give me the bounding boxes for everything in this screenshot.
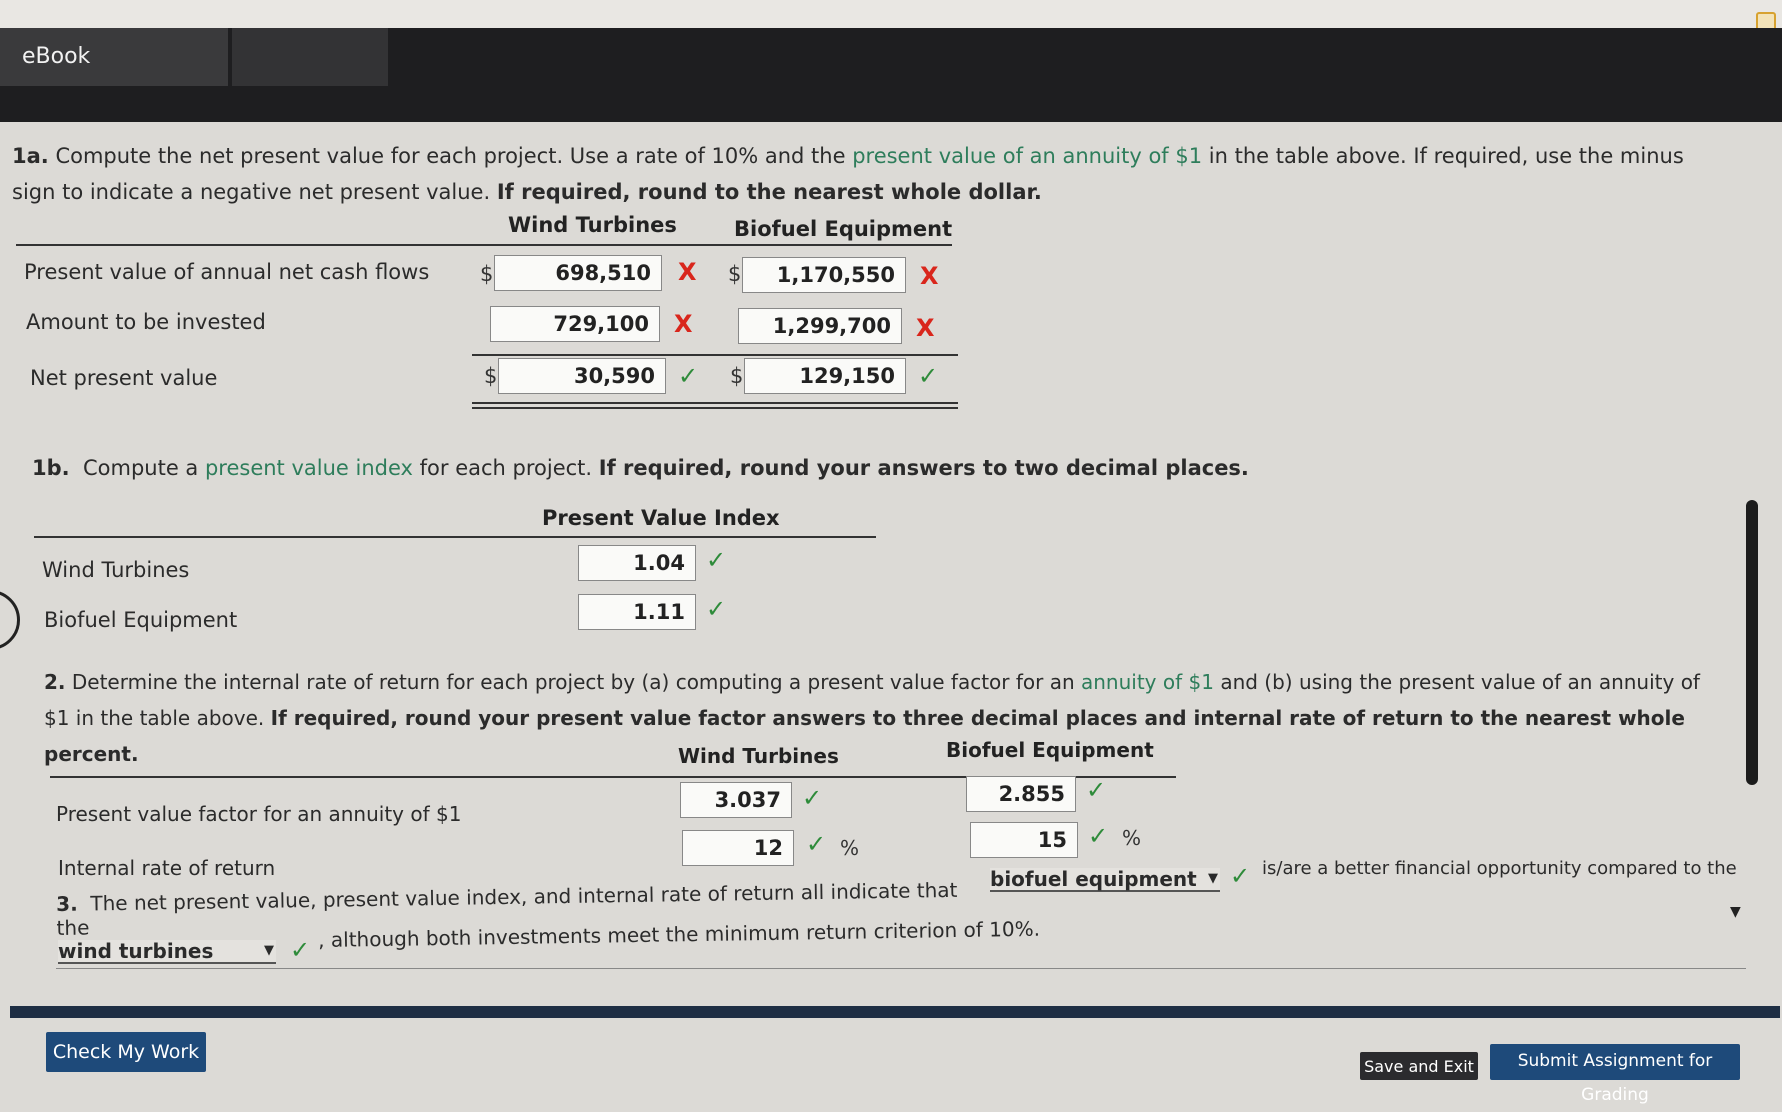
better-option-selected: biofuel equipment — [990, 867, 1197, 891]
check-my-work-button[interactable]: Check My Work — [46, 1032, 206, 1072]
q1b-header-rule — [34, 536, 876, 538]
row-amount-invested-label: Amount to be invested — [26, 310, 266, 334]
scrollbar-thumb[interactable] — [1746, 500, 1758, 785]
incorrect-icon: X — [916, 314, 935, 342]
blank-tab[interactable] — [232, 28, 388, 86]
q1a-text-part: Compute the net present value for each p… — [55, 144, 853, 168]
incorrect-icon: X — [678, 258, 697, 286]
q2-row-irr-label: Internal rate of return — [58, 856, 276, 880]
q2-col-biofuel-equipment: Biofuel Equipment — [946, 738, 1154, 762]
correct-icon: ✓ — [706, 595, 727, 623]
question-2-label: 2. — [44, 670, 66, 694]
biofuel-pv-factor-input[interactable]: 2.855 — [966, 776, 1076, 812]
correct-icon: ✓ — [802, 784, 823, 812]
q1a-total-double-rule — [472, 402, 958, 404]
q1a-rounding-instruction: If required, round to the nearest whole … — [496, 180, 1042, 204]
q1a-col-biofuel-equipment: Biofuel Equipment — [734, 217, 953, 241]
q2-text-part: Determine the internal rate of return fo… — [71, 670, 1081, 694]
q2-row-pv-factor-label: Present value factor for an annuity of $… — [56, 802, 462, 826]
wind-irr-input[interactable]: 12 — [682, 830, 794, 866]
pv-annuity-link[interactable]: present value of an annuity of $1 — [852, 144, 1202, 168]
biofuel-npv-input[interactable]: 129,150 — [744, 358, 906, 394]
ebook-tab[interactable]: eBook — [0, 28, 228, 86]
better-option-dropdown[interactable]: biofuel equipment ▼ — [990, 868, 1220, 892]
q3-text-part-2: is/are a better financial opportunity co… — [1262, 858, 1737, 879]
correct-icon: ✓ — [1230, 862, 1251, 890]
question-1b-label: 1b. — [32, 456, 70, 480]
q1a-header-rule — [16, 244, 952, 246]
q3-end-rule — [56, 968, 1746, 969]
q1b-text-part: Compute a — [82, 456, 205, 480]
q2-rounding-instruction: If required, round your present value fa… — [44, 706, 1685, 766]
question-3-label: 3. — [56, 891, 78, 916]
q1b-rounding-instruction: If required, round your answers to two d… — [598, 456, 1249, 480]
percent-unit: % — [840, 836, 860, 860]
wind-pv-cash-flows-input[interactable]: 698,510 — [494, 255, 662, 291]
pv-index-link[interactable]: present value index — [205, 456, 413, 480]
correct-icon: ✓ — [1088, 822, 1109, 850]
biofuel-amount-invested-input[interactable]: 1,299,700 — [738, 308, 902, 344]
scroll-down-arrow-icon[interactable]: ▼ — [1730, 904, 1741, 920]
dropdown-arrow-icon: ▼ — [264, 943, 274, 958]
incorrect-icon: X — [674, 310, 693, 338]
q1b-text-part: for each project. — [412, 456, 599, 480]
biofuel-pv-index-input[interactable]: 1.11 — [578, 594, 696, 630]
row-net-present-value-label: Net present value — [30, 366, 218, 390]
biofuel-irr-input[interactable]: 15 — [970, 822, 1078, 858]
correct-icon: ✓ — [918, 362, 939, 390]
q1a-subtotal-rule — [472, 354, 958, 356]
browser-top-strip — [0, 0, 1782, 28]
q1a-col-wind-turbines: Wind Turbines — [508, 213, 677, 237]
dollar-sign: $ — [480, 262, 494, 286]
dollar-sign: $ — [728, 262, 742, 286]
submit-assignment-button[interactable]: Submit Assignment for Grading — [1490, 1044, 1740, 1105]
footer-bar — [10, 1006, 1780, 1018]
annuity-link[interactable]: annuity of $1 — [1081, 670, 1214, 694]
wind-npv-input[interactable]: 30,590 — [498, 358, 666, 394]
incorrect-icon: X — [920, 262, 939, 290]
q2-col-wind-turbines: Wind Turbines — [678, 744, 839, 768]
correct-icon: ✓ — [706, 546, 727, 574]
wind-amount-invested-input[interactable]: 729,100 — [490, 306, 660, 342]
question-1b-text: 1b. Compute a present value index for ea… — [32, 456, 1432, 480]
save-and-exit-button[interactable]: Save and Exit — [1360, 1052, 1478, 1080]
correct-icon: ✓ — [806, 830, 827, 858]
wind-pv-factor-input[interactable]: 3.037 — [680, 782, 792, 818]
dollar-sign: $ — [484, 364, 498, 388]
wind-pv-index-input[interactable]: 1.04 — [578, 545, 696, 581]
question-1a-text: 1a. Compute the net present value for ea… — [12, 138, 1732, 210]
q1b-row-biofuel-label: Biofuel Equipment — [44, 608, 238, 632]
compared-option-dropdown[interactable]: wind turbines ▼ — [58, 940, 276, 964]
dollar-sign: $ — [730, 364, 744, 388]
biofuel-pv-cash-flows-input[interactable]: 1,170,550 — [742, 257, 906, 293]
q1b-row-wind-label: Wind Turbines — [42, 558, 190, 582]
percent-unit: % — [1122, 826, 1142, 850]
q1b-col-pv-index: Present Value Index — [542, 506, 780, 530]
question-1a-label: 1a. — [12, 144, 49, 168]
correct-icon: ✓ — [290, 936, 311, 964]
dropdown-arrow-icon: ▼ — [1208, 871, 1218, 886]
compared-option-selected: wind turbines — [58, 939, 214, 963]
question-2-text: 2. Determine the internal rate of return… — [44, 664, 1704, 772]
correct-icon: ✓ — [1086, 776, 1107, 804]
row-pv-annual-cash-flows-label: Present value of annual net cash flows — [24, 260, 430, 284]
q1a-total-double-rule — [472, 407, 958, 409]
correct-icon: ✓ — [678, 362, 699, 390]
